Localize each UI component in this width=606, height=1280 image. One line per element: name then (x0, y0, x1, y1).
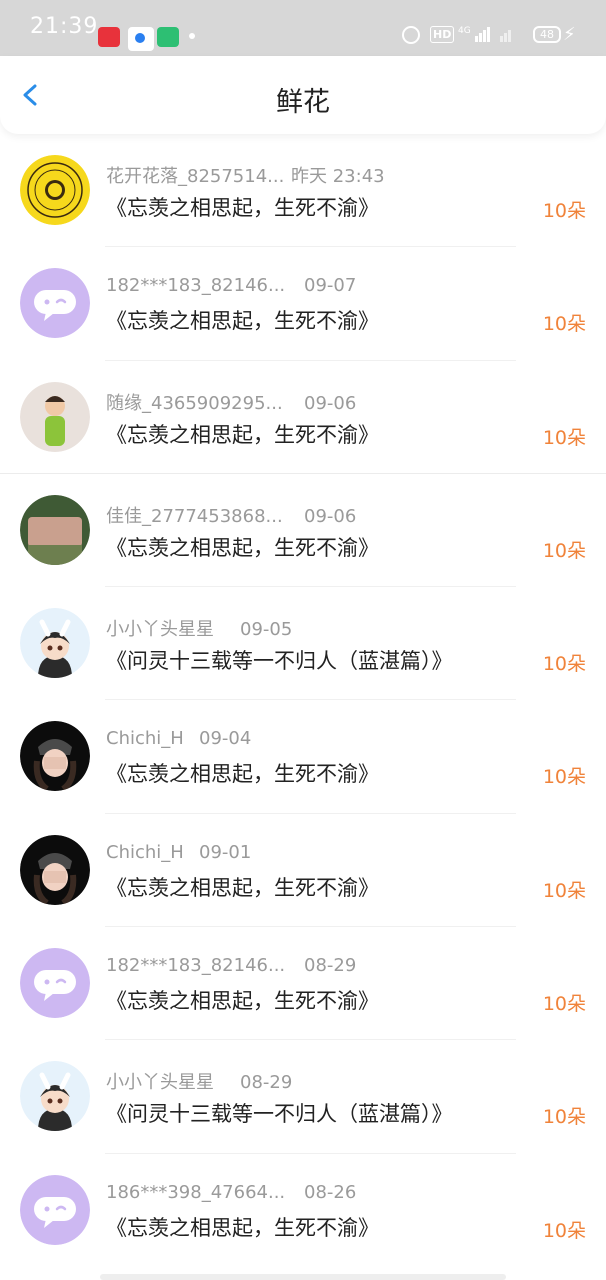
charging-icon: ⚡ (563, 24, 576, 45)
status-bar: 21:39 HD 4G 48 ⚡ (0, 0, 606, 56)
page-title: 鲜花 (276, 87, 330, 118)
sender-name[interactable]: 随缘_4365909295... (106, 389, 304, 415)
list-item[interactable]: 随缘_4365909295... 09-06 《忘羡之相思起，生死不渝》 10朵 (0, 361, 606, 474)
signal-icon (500, 26, 512, 42)
cartoon-girl-icon (20, 608, 90, 679)
sender-name[interactable]: Chichi_H (106, 842, 199, 863)
sender-meta: 佳佳_2777453868... 09-06 (106, 502, 356, 528)
chat-bubble-icon (20, 268, 90, 339)
sender-meta: Chichi_H 09-04 (106, 728, 251, 749)
gift-date: 08-26 (304, 1181, 357, 1203)
flower-count: 10朵 (542, 313, 586, 336)
sender-meta: Chichi_H 09-01 (106, 842, 251, 863)
landscape-photo-icon (20, 494, 90, 565)
sender-name[interactable]: 小小丫头星星 (106, 615, 240, 641)
flower-gift-list: 花开花落_8257514... 昨天 23:43 《忘羡之相思起，生死不渝》 10… (0, 134, 606, 1267)
work-title[interactable]: 《忘羡之相思起，生死不渝》 (106, 1212, 379, 1242)
signal-4g-icon: 4G (458, 26, 491, 42)
work-title[interactable]: 《问灵十三载等一不归人（蓝湛篇）》 (106, 1098, 453, 1128)
gift-date: 09-06 (304, 505, 357, 527)
alarm-icon (402, 26, 420, 44)
cartoon-girl-icon (20, 1061, 90, 1132)
network-label: 4G (458, 26, 471, 36)
chat-bubble-icon (20, 1174, 90, 1245)
sender-meta: 小小丫头星星 08-29 (106, 1068, 292, 1094)
gift-date: 09-06 (304, 392, 357, 414)
flower-count: 10朵 (542, 539, 586, 562)
seal-icon (20, 155, 90, 225)
sender-meta: 花开花落_8257514... 昨天 23:43 (106, 162, 385, 188)
girl-portrait-icon (20, 834, 90, 905)
gift-date: 09-04 (199, 728, 252, 750)
list-item[interactable]: 182***183_82146... 08-29 《忘羡之相思起，生死不渝》 10… (0, 927, 606, 1041)
sender-name[interactable]: Chichi_H (106, 728, 199, 749)
avatar[interactable] (20, 608, 90, 679)
gift-date: 09-07 (304, 275, 357, 297)
sender-meta: 随缘_4365909295... 09-06 (106, 389, 356, 415)
list-item[interactable]: 花开花落_8257514... 昨天 23:43 《忘羡之相思起，生死不渝》 10… (0, 134, 606, 248)
title-bar: 鲜花 (0, 56, 606, 134)
app-notification-icon (98, 27, 120, 47)
list-item[interactable]: 182***183_82146... 09-07 《忘羡之相思起，生死不渝》 10… (0, 247, 606, 361)
flower-count: 10朵 (542, 1219, 586, 1242)
list-item[interactable]: 186***398_47664... 08-26 《忘羡之相思起，生死不渝》 10… (0, 1154, 606, 1267)
avatar[interactable] (20, 494, 90, 565)
chat-bubble-icon (20, 948, 90, 1019)
sender-name[interactable]: 花开花落_8257514... (106, 162, 291, 188)
flower-count: 10朵 (542, 653, 586, 676)
list-item[interactable]: Chichi_H 09-01 《忘羡之相思起，生死不渝》 10朵 (0, 814, 606, 928)
sender-meta: 182***183_82146... 09-07 (106, 275, 356, 296)
child-photo-icon (20, 381, 90, 452)
flower-count: 10朵 (542, 879, 586, 902)
work-title[interactable]: 《忘羡之相思起，生死不渝》 (106, 985, 379, 1015)
work-title[interactable]: 《忘羡之相思起，生死不渝》 (106, 872, 379, 902)
sender-name[interactable]: 182***183_82146... (106, 275, 304, 296)
sender-meta: 小小丫头星星 09-05 (106, 615, 292, 641)
sender-name[interactable]: 182***183_82146... (106, 955, 304, 976)
avatar[interactable] (20, 155, 90, 225)
sender-name[interactable]: 186***398_47664... (106, 1182, 304, 1203)
flower-count: 10朵 (542, 1106, 586, 1129)
gift-date: 09-05 (240, 619, 293, 641)
gift-date: 昨天 23:43 (291, 166, 385, 187)
list-item[interactable]: 小小丫头星星 09-05 《问灵十三载等一不归人（蓝湛篇）》 10朵 (0, 587, 606, 701)
flower-count: 10朵 (542, 993, 586, 1016)
sender-meta: 182***183_82146... 08-29 (106, 955, 356, 976)
sender-name[interactable]: 佳佳_2777453868... (106, 502, 304, 528)
work-title[interactable]: 《忘羡之相思起，生死不渝》 (106, 758, 379, 788)
work-title[interactable]: 《忘羡之相思起，生死不渝》 (106, 532, 379, 562)
list-item[interactable]: Chichi_H 09-04 《忘羡之相思起，生死不渝》 10朵 (0, 700, 606, 814)
scroll-edge-indicator (100, 1274, 506, 1280)
gift-date: 09-01 (199, 841, 252, 863)
avatar[interactable] (20, 834, 90, 905)
more-notifications-dot-icon (189, 33, 195, 39)
battery-icon: 48 (533, 26, 561, 43)
list-item[interactable]: 小小丫头星星 08-29 《问灵十三载等一不归人（蓝湛篇）》 10朵 (0, 1040, 606, 1154)
status-time: 21:39 (30, 14, 99, 39)
avatar[interactable] (20, 268, 90, 339)
flower-count: 10朵 (542, 766, 586, 789)
app-notification-icon (157, 27, 179, 47)
avatar[interactable] (20, 1174, 90, 1245)
list-item[interactable]: 佳佳_2777453868... 09-06 《忘羡之相思起，生死不渝》 10朵 (0, 474, 606, 588)
avatar[interactable] (20, 948, 90, 1019)
gift-date: 08-29 (304, 955, 357, 977)
avatar[interactable] (20, 381, 90, 452)
girl-portrait-icon (20, 721, 90, 792)
sender-name[interactable]: 小小丫头星星 (106, 1068, 240, 1094)
flower-count: 10朵 (542, 426, 586, 449)
hd-icon: HD (430, 26, 455, 43)
work-title[interactable]: 《问灵十三载等一不归人（蓝湛篇）》 (106, 645, 453, 675)
app-notification-icon (128, 27, 154, 51)
work-title[interactable]: 《忘羡之相思起，生死不渝》 (106, 419, 379, 449)
work-title[interactable]: 《忘羡之相思起，生死不渝》 (106, 305, 379, 335)
avatar[interactable] (20, 1061, 90, 1132)
work-title[interactable]: 《忘羡之相思起，生死不渝》 (106, 192, 379, 222)
flower-count: 10朵 (542, 200, 586, 222)
gift-date: 08-29 (240, 1072, 293, 1094)
avatar[interactable] (20, 721, 90, 792)
sender-meta: 186***398_47664... 08-26 (106, 1182, 356, 1203)
